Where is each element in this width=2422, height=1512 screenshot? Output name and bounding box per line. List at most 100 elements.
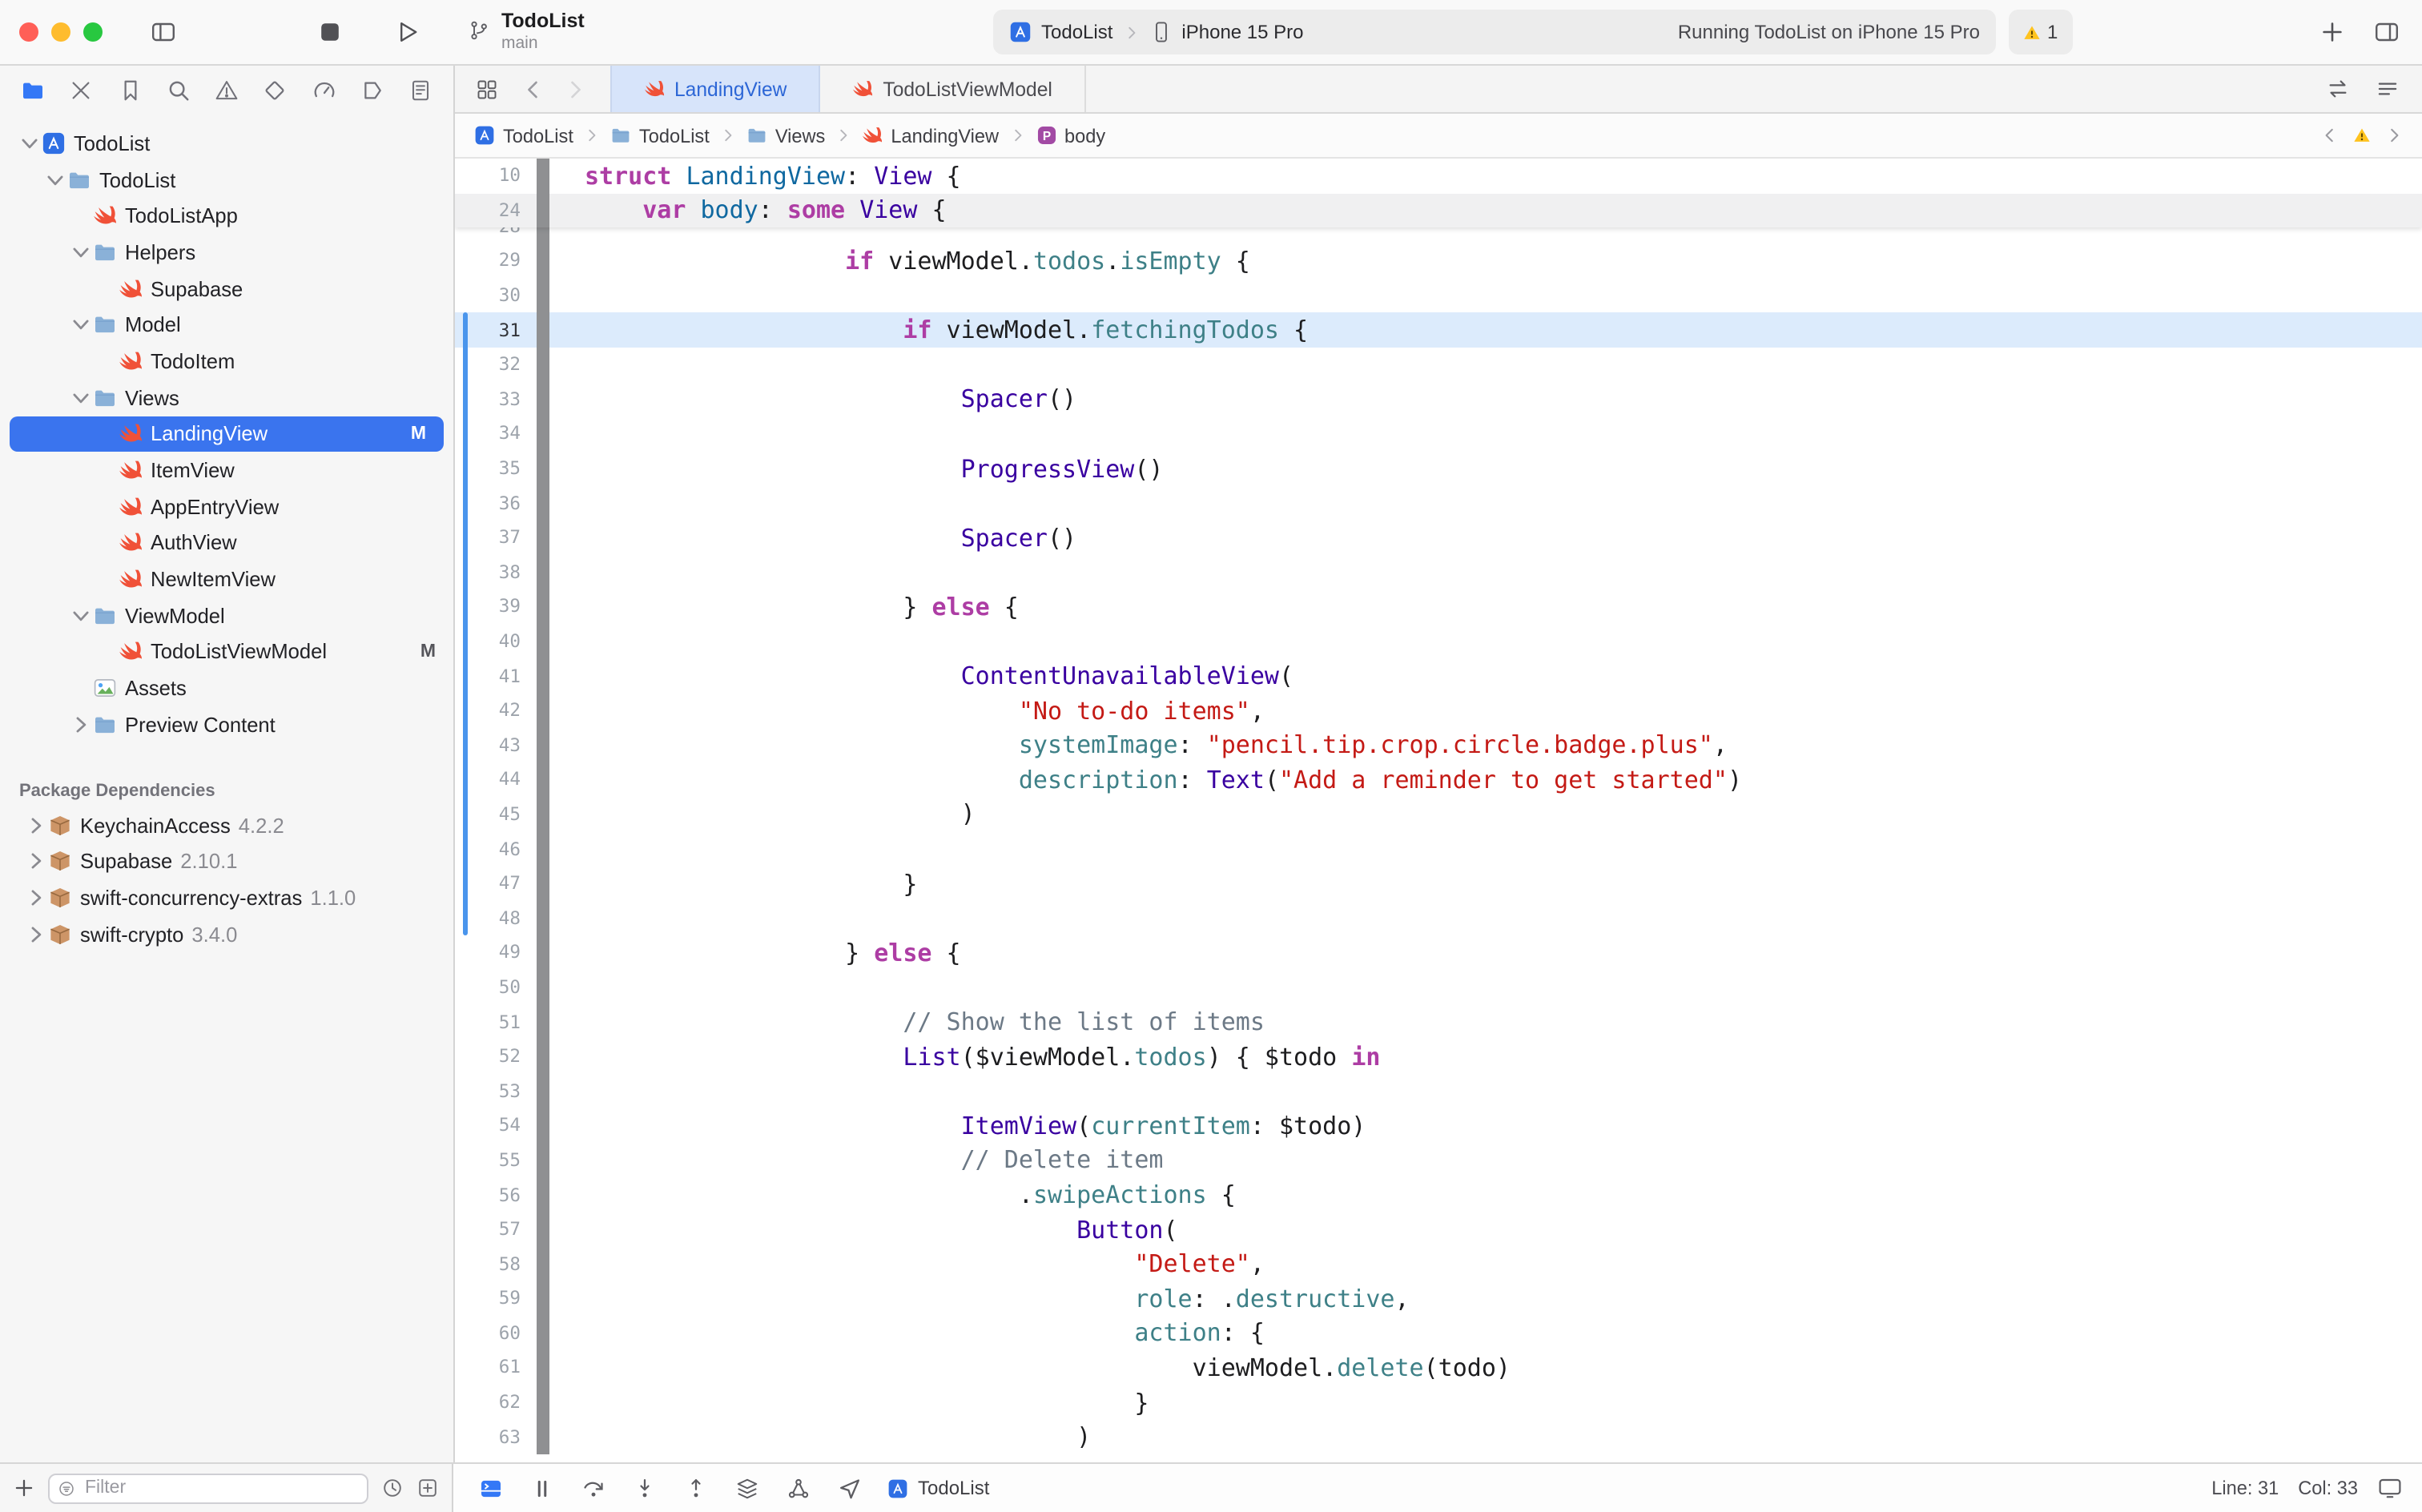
fold-ribbon[interactable] [537, 1420, 549, 1454]
breadcrumb-item-todolist[interactable]: TodoList [610, 124, 710, 147]
fold-ribbon[interactable] [537, 416, 549, 451]
editor-options-icon[interactable] [2376, 77, 2400, 101]
fold-ribbon[interactable] [537, 970, 549, 1004]
line-number[interactable]: 52 [455, 1046, 530, 1067]
code-line-35[interactable]: 35 ProgressView() [455, 452, 2422, 486]
tree-item-preview-content[interactable]: Preview Content [0, 706, 453, 742]
code-line-63[interactable]: 63 ) [455, 1420, 2422, 1454]
disclosure-chevron-icon[interactable] [70, 714, 91, 735]
fold-ribbon[interactable] [537, 1143, 549, 1177]
tree-item-todolist[interactable]: TodoList [0, 161, 453, 197]
fold-ribbon[interactable] [537, 521, 549, 555]
fold-ribbon[interactable] [537, 589, 549, 624]
toggle-inspector-icon[interactable] [2374, 19, 2400, 45]
breakpoints-icon[interactable] [360, 78, 384, 102]
fold-ribbon[interactable] [537, 1385, 549, 1420]
go-back-icon[interactable] [522, 78, 545, 100]
code-line-56[interactable]: 56 .swipeActions { [455, 1177, 2422, 1212]
code-line-55[interactable]: 55 // Delete item [455, 1143, 2422, 1177]
fold-ribbon[interactable] [537, 1247, 549, 1281]
code-line-58[interactable]: 58 "Delete", [455, 1247, 2422, 1281]
run-button[interactable] [394, 19, 420, 45]
pause-icon[interactable] [530, 1476, 554, 1500]
code-line-39[interactable]: 39 } else { [455, 589, 2422, 624]
disclosure-chevron-icon[interactable] [26, 814, 46, 835]
related-items-icon[interactable] [476, 78, 498, 100]
tree-item-todoitem[interactable]: TodoItem [0, 343, 453, 379]
previous-issue-icon[interactable] [2321, 127, 2339, 144]
source-control-icon[interactable] [70, 78, 94, 102]
tab-landingview[interactable]: LandingView [610, 66, 820, 112]
filter-input[interactable] [82, 1477, 359, 1499]
code-line-61[interactable]: 61 viewModel.delete(todo) [455, 1350, 2422, 1385]
next-issue-icon[interactable] [2385, 127, 2403, 144]
tree-item-todolistapp[interactable]: TodoListApp [0, 198, 453, 234]
scheme-name[interactable]: TodoList [1041, 21, 1112, 43]
fold-ribbon[interactable] [537, 797, 549, 831]
tree-item-todolist[interactable]: TodoList [0, 125, 453, 161]
fold-ribbon[interactable] [537, 1177, 549, 1212]
code-line-46[interactable]: 46 [455, 832, 2422, 867]
fold-ribbon[interactable] [537, 452, 549, 486]
code-line-50[interactable]: 50 [455, 970, 2422, 1004]
scm-status-filter-icon[interactable] [416, 1477, 439, 1499]
code-line-37[interactable]: 37 Spacer() [455, 521, 2422, 555]
fold-ribbon[interactable] [537, 694, 549, 728]
activity-view[interactable]: TodoList iPhone 15 Pro Running TodoList … [993, 10, 1996, 54]
debug-area-toggle-icon[interactable] [479, 1476, 503, 1500]
fold-ribbon[interactable] [537, 832, 549, 867]
line-number[interactable]: 61 [455, 1357, 530, 1378]
toggle-navigator-icon[interactable] [151, 19, 176, 45]
package-item-supabase[interactable]: Supabase2.10.1 [0, 843, 453, 879]
tree-item-appentryview[interactable]: AppEntryView [0, 489, 453, 525]
fold-ribbon[interactable] [537, 1040, 549, 1074]
fold-ribbon[interactable] [537, 1108, 549, 1143]
find-icon[interactable] [167, 78, 191, 102]
code-line-45[interactable]: 45 ) [455, 797, 2422, 831]
tab-todolistviewmodel[interactable]: TodoListViewModel [820, 66, 1085, 112]
display-icon[interactable] [2377, 1475, 2403, 1501]
line-number[interactable]: 62 [455, 1392, 530, 1413]
tree-item-helpers[interactable]: Helpers [0, 234, 453, 270]
project-navigator-icon[interactable] [21, 78, 45, 102]
code-line-59[interactable]: 59 role: .destructive, [455, 1281, 2422, 1316]
line-number[interactable]: 24 [455, 200, 530, 221]
line-number[interactable]: 54 [455, 1116, 530, 1136]
code-line-57[interactable]: 57 Button( [455, 1212, 2422, 1247]
code-line-32[interactable]: 32 [455, 348, 2422, 382]
disclosure-chevron-icon[interactable] [70, 605, 91, 626]
zoom-window-button[interactable] [83, 22, 103, 42]
line-number[interactable]: 56 [455, 1184, 530, 1205]
breadcrumb-item-body[interactable]: Pbody [1036, 124, 1105, 147]
recent-files-icon[interactable] [381, 1477, 404, 1499]
bookmarks-icon[interactable] [118, 78, 142, 102]
code-line-43[interactable]: 43 systemImage: "pencil.tip.crop.circle.… [455, 728, 2422, 762]
go-forward-icon[interactable] [564, 78, 586, 100]
code-review-icon[interactable] [2326, 77, 2350, 101]
add-file-icon[interactable] [13, 1477, 35, 1499]
tree-item-viewmodel[interactable]: ViewModel [0, 597, 453, 633]
tree-item-landingview[interactable]: LandingViewM [10, 416, 444, 452]
fold-ribbon[interactable] [537, 762, 549, 797]
run-destination[interactable]: iPhone 15 Pro [1181, 21, 1303, 43]
code-line-29[interactable]: 29 if viewModel.todos.isEmpty { [455, 243, 2422, 278]
fold-ribbon[interactable] [537, 227, 549, 243]
fold-ribbon[interactable] [537, 1074, 549, 1108]
code-line-51[interactable]: 51 // Show the list of items [455, 1005, 2422, 1040]
code-line-30[interactable]: 30 [455, 279, 2422, 313]
minimize-window-button[interactable] [51, 22, 70, 42]
code-line-34[interactable]: 34 [455, 416, 2422, 451]
fold-ribbon[interactable] [537, 382, 549, 416]
tree-item-itemview[interactable]: ItemView [0, 452, 453, 488]
breadcrumb-item-todolist[interactable]: TodoList [474, 124, 573, 147]
fold-ribbon[interactable] [537, 901, 549, 935]
fold-ribbon[interactable] [537, 1316, 549, 1350]
line-number[interactable]: 60 [455, 1323, 530, 1344]
fold-ribbon[interactable] [537, 1281, 549, 1316]
reports-icon[interactable] [408, 78, 432, 102]
code-line-62[interactable]: 62 } [455, 1385, 2422, 1420]
fold-ribbon[interactable] [537, 555, 549, 589]
line-number[interactable]: 50 [455, 977, 530, 998]
step-into-icon[interactable] [633, 1476, 657, 1500]
line-number[interactable]: 30 [455, 285, 530, 306]
